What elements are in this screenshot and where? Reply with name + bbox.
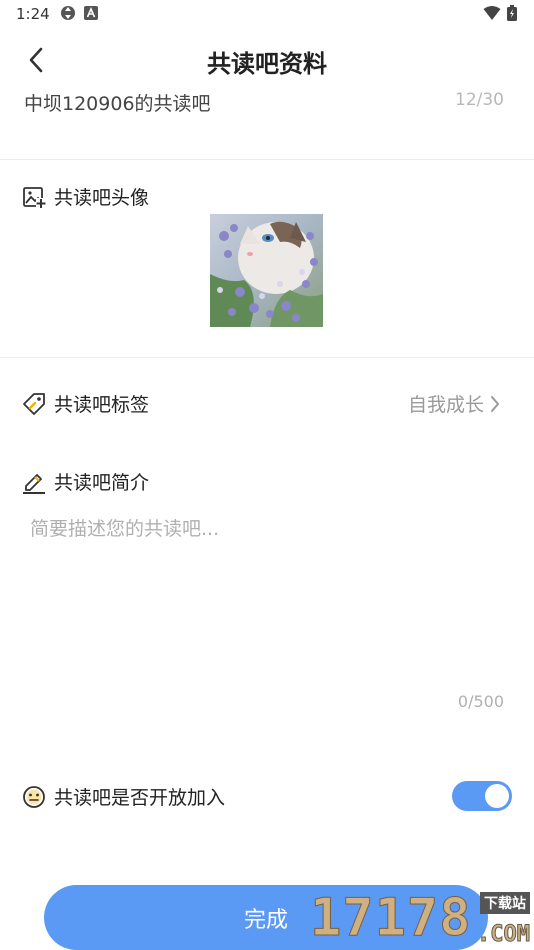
join-section-label: 共读吧是否开放加入	[22, 783, 225, 810]
page-title: 共读吧资料	[207, 50, 327, 78]
intro-input[interactable]	[30, 514, 506, 684]
a-icon	[84, 5, 100, 21]
avatar-image	[210, 214, 323, 327]
tag-icon	[23, 392, 45, 415]
name-value: 中坝120906的共读吧	[24, 93, 211, 115]
status-bar: 1:24	[0, 0, 534, 28]
divider	[0, 159, 534, 160]
battery-icon	[507, 5, 523, 21]
chevron-right-icon	[491, 395, 499, 412]
intro-label: 共读吧简介	[54, 472, 150, 494]
tag-value: 自我成长	[407, 394, 484, 416]
avatar[interactable]	[210, 214, 323, 327]
smiley-icon	[23, 785, 45, 808]
tag-label: 共读吧标签	[54, 394, 150, 416]
name-count: 12/30	[455, 92, 504, 110]
intro-section-label: 共读吧简介	[22, 468, 149, 495]
header: 共读吧资料	[0, 28, 534, 92]
status-time: 1:24	[16, 5, 50, 23]
divider	[0, 357, 534, 358]
tag-selector[interactable]: 自我成长	[408, 390, 500, 417]
avatar-section-label: 共读吧头像	[22, 183, 149, 210]
name-row[interactable]: 中坝120906的共读吧 12/30	[0, 92, 534, 130]
sync-icon	[60, 5, 76, 21]
image-add-icon	[23, 186, 46, 208]
intro-char-count: 0/500	[457, 692, 504, 711]
join-label: 共读吧是否开放加入	[54, 787, 226, 809]
toggle-knob	[485, 784, 509, 808]
avatar-label: 共读吧头像	[54, 187, 150, 209]
wifi-icon	[483, 5, 501, 21]
join-toggle[interactable]	[452, 781, 512, 811]
done-button[interactable]: 完成	[44, 885, 488, 950]
tag-section-label: 共读吧标签	[22, 390, 149, 417]
edit-icon	[23, 473, 45, 494]
watermark-sub: 下载站	[480, 892, 530, 914]
